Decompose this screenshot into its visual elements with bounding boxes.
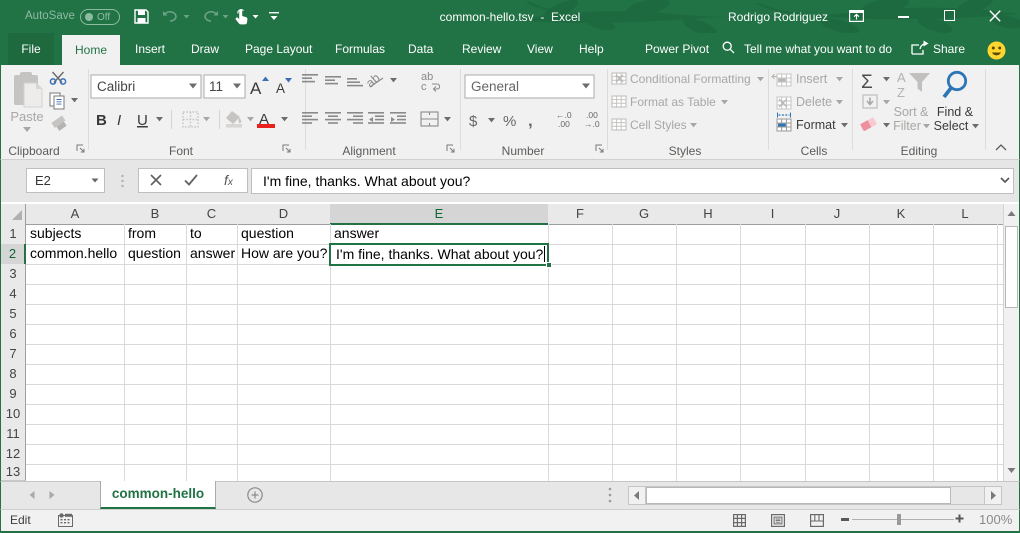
svg-text:Number: Number — [502, 144, 545, 158]
svg-text:Format: Format — [796, 118, 836, 132]
svg-text:Find &: Find & — [937, 105, 974, 119]
svg-text:Editing: Editing — [901, 144, 938, 158]
svg-text:General: General — [471, 79, 519, 94]
svg-text:Delete: Delete — [796, 95, 832, 109]
svg-text:Clipboard: Clipboard — [8, 144, 59, 158]
svg-text:Z: Z — [897, 85, 905, 100]
svg-text:Sort &: Sort & — [894, 105, 929, 119]
svg-text:Alignment: Alignment — [342, 144, 396, 158]
svg-text:Cell Styles: Cell Styles — [630, 118, 687, 132]
svg-text:Styles: Styles — [669, 144, 702, 158]
svg-text:Paste: Paste — [10, 109, 43, 124]
svg-text:Σ: Σ — [861, 72, 873, 93]
svg-text:B: B — [96, 112, 107, 129]
svg-text:Font: Font — [169, 144, 194, 158]
svg-text:Insert: Insert — [796, 72, 828, 86]
svg-text:Conditional Formatting: Conditional Formatting — [630, 72, 751, 86]
svg-text:A: A — [276, 81, 285, 96]
svg-text:11: 11 — [209, 79, 223, 94]
svg-text:,: , — [528, 111, 533, 130]
svg-text:I: I — [117, 112, 121, 129]
svg-text:A: A — [250, 79, 262, 98]
svg-text:$: $ — [469, 113, 478, 130]
svg-text:Filter: Filter — [893, 119, 921, 133]
svg-text:U: U — [137, 112, 148, 129]
svg-text:Cells: Cells — [801, 144, 828, 158]
svg-text:%: % — [503, 113, 516, 130]
svg-text:→.0: →.0 — [584, 119, 600, 129]
svg-text:.00: .00 — [558, 119, 570, 129]
svg-text:c: c — [421, 81, 427, 93]
svg-text:Select: Select — [934, 119, 969, 133]
svg-text:Calibri: Calibri — [97, 79, 135, 94]
svg-text:A: A — [897, 70, 906, 85]
svg-text:Format as Table: Format as Table — [630, 95, 716, 109]
